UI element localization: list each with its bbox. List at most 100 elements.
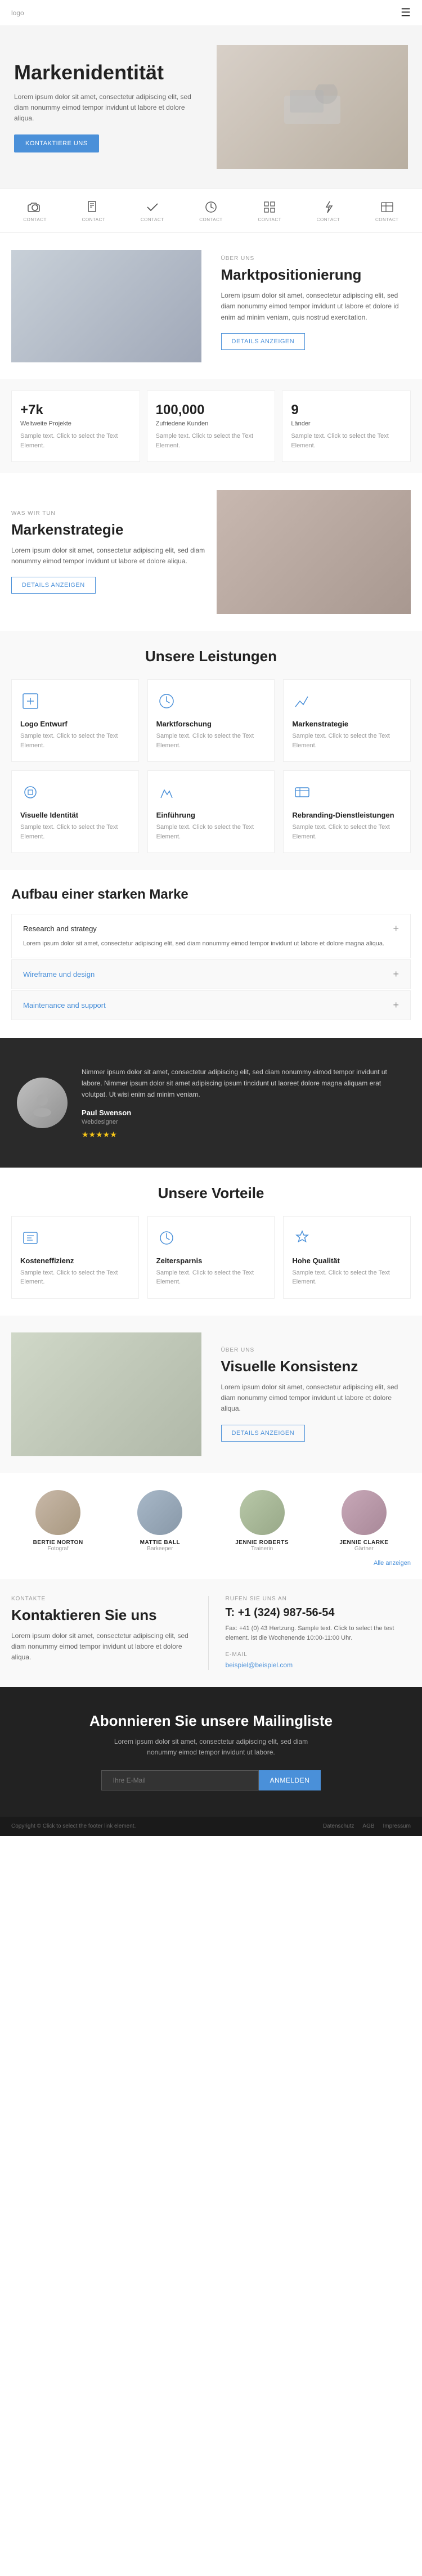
camera-icon bbox=[27, 199, 43, 215]
icon-label-3: CONTACT bbox=[141, 217, 164, 222]
hero-description: Lorem ipsum dolor sit amet, consectetur … bbox=[14, 92, 205, 124]
service-desc-5: Sample text. Click to select the Text El… bbox=[292, 823, 402, 841]
team-name-0: BERTIE NORTON bbox=[11, 1540, 105, 1546]
footer-links: Datenschutz AGB Impressum bbox=[323, 1823, 411, 1829]
aufbau-item-title-0: Research and strategy bbox=[23, 925, 97, 933]
visual-description: Lorem ipsum dolor sit amet, consectetur … bbox=[221, 1382, 411, 1415]
vorteil-card-2: Hohe Qualität Sample text. Click to sele… bbox=[283, 1216, 411, 1299]
footer-link-2[interactable]: Impressum bbox=[383, 1823, 411, 1829]
icon-item-2[interactable]: CONTACT bbox=[82, 199, 106, 222]
strategy-description: Lorem ipsum dolor sit amet, consectetur … bbox=[11, 545, 205, 567]
aufbau-expand-icon-1[interactable]: + bbox=[393, 968, 399, 980]
aufbau-item-desc-0: Lorem ipsum dolor sit amet, consectetur … bbox=[23, 939, 399, 949]
stat-card-1: 100,000 Zufriedene Kunden Sample text. C… bbox=[147, 391, 276, 462]
aufbau-expand-icon-2[interactable]: + bbox=[393, 999, 399, 1011]
testimonial-avatar bbox=[17, 1078, 68, 1128]
contact-left: KONTAKTE Kontaktieren Sie uns Lorem ipsu… bbox=[11, 1596, 209, 1670]
aufbau-item-1[interactable]: Wireframe und design + bbox=[11, 959, 411, 989]
team-name-1: MATTIE BALL bbox=[113, 1540, 206, 1546]
aufbau-title: Aufbau einer starken Marke bbox=[11, 887, 411, 903]
grid-icon bbox=[262, 199, 277, 215]
aufbau-item-title-2: Maintenance and support bbox=[23, 1001, 106, 1009]
stat-card-0: +7k Weltweite Projekte Sample text. Clic… bbox=[11, 391, 140, 462]
vorteil-card-0: Kosteneffizienz Sample text. Click to se… bbox=[11, 1216, 139, 1299]
testimonial-name: Paul Swenson bbox=[82, 1109, 405, 1117]
vorteile-section: Unsere Vorteile Kosteneffizienz Sample t… bbox=[0, 1168, 422, 1316]
icon-label-6: CONTACT bbox=[317, 217, 340, 222]
service-icon-4 bbox=[156, 782, 266, 805]
icon-label-7: CONTACT bbox=[375, 217, 399, 222]
icon-label-2: CONTACT bbox=[82, 217, 106, 222]
vorteil-card-1: Zeitersparnis Sample text. Click to sele… bbox=[147, 1216, 275, 1299]
aufbau-expand-icon-0[interactable]: + bbox=[393, 923, 399, 935]
visual-content: ÜBER UNS Visuelle Konsistenz Lorem ipsum… bbox=[213, 1347, 411, 1442]
phone-description: Fax: +41 (0) 43 Hertzung. Sample text. C… bbox=[226, 1624, 411, 1644]
team-see-more[interactable]: Alle anzeigen bbox=[374, 1560, 411, 1567]
team-role-3: Gärtner bbox=[317, 1546, 411, 1552]
stat-number-1: 100,000 bbox=[156, 402, 267, 418]
stat-label-2: Länder bbox=[291, 420, 402, 427]
aufbau-section: Aufbau einer starken Marke Research and … bbox=[0, 870, 422, 1038]
team-avatar-2 bbox=[240, 1490, 285, 1535]
icon-item-4[interactable]: CONTACT bbox=[199, 199, 223, 222]
service-icon-3 bbox=[20, 782, 130, 805]
footer-copyright: Copyright © Click to select the footer l… bbox=[11, 1823, 136, 1829]
menu-icon[interactable]: ☰ bbox=[401, 6, 411, 20]
aufbau-item-0[interactable]: Research and strategy + Lorem ipsum dolo… bbox=[11, 914, 411, 958]
icon-item-7[interactable]: CONTACT bbox=[375, 199, 399, 222]
hero-image bbox=[217, 45, 408, 169]
contact-label: KONTAKTE bbox=[11, 1596, 197, 1602]
visual-title: Visuelle Konsistenz bbox=[221, 1358, 411, 1375]
subscribe-form: ANMELDEN bbox=[17, 1770, 405, 1790]
phone-number: T: +1 (324) 987-56-54 bbox=[226, 1606, 411, 1619]
visual-section: ÜBER UNS Visuelle Konsistenz Lorem ipsum… bbox=[0, 1316, 422, 1473]
contact-title: Kontaktieren Sie uns bbox=[11, 1606, 197, 1624]
hero-title: Markenidentität bbox=[14, 61, 205, 84]
about-details-button[interactable]: DETAILS ANZEIGEN bbox=[221, 333, 306, 350]
leistungen-section: Unsere Leistungen Logo Entwurf Sample te… bbox=[0, 631, 422, 870]
about-section: ÜBER UNS Marktpositionierung Lorem ipsum… bbox=[0, 233, 422, 379]
testimonial-content: Nimmer ipsum dolor sit amet, consectetur… bbox=[82, 1066, 405, 1139]
hero-illustration bbox=[279, 84, 346, 129]
icon-item-5[interactable]: CONTACT bbox=[258, 199, 281, 222]
visual-details-button[interactable]: DETAILS ANZEIGEN bbox=[221, 1425, 306, 1442]
icon-label-1: CONTACT bbox=[23, 217, 47, 222]
service-title-1: Marktforschung bbox=[156, 720, 266, 728]
subscribe-submit-button[interactable]: ANMELDEN bbox=[259, 1770, 321, 1790]
service-title-4: Einführung bbox=[156, 811, 266, 819]
stat-desc-1: Sample text. Click to select the Text El… bbox=[156, 432, 267, 450]
clock-icon bbox=[203, 199, 219, 215]
leistungen-title: Unsere Leistungen bbox=[11, 648, 411, 665]
vorteil-desc-0: Sample text. Click to select the Text El… bbox=[20, 1268, 130, 1287]
stat-card-2: 9 Länder Sample text. Click to select th… bbox=[282, 391, 411, 462]
service-desc-0: Sample text. Click to select the Text El… bbox=[20, 731, 130, 750]
service-title-0: Logo Entwurf bbox=[20, 720, 130, 728]
aufbau-item-2[interactable]: Maintenance and support + bbox=[11, 990, 411, 1020]
subscribe-email-input[interactable] bbox=[101, 1770, 259, 1790]
icon-item-1[interactable]: CONTACT bbox=[23, 199, 47, 222]
hero-cta-button[interactable]: KONTAKTIERE UNS bbox=[14, 134, 99, 152]
strategy-details-button[interactable]: DETAILS ANZEIGEN bbox=[11, 577, 96, 594]
team-name-2: JENNIE ROBERTS bbox=[216, 1540, 309, 1546]
stat-label-0: Weltweite Projekte bbox=[20, 420, 131, 427]
about-description: Lorem ipsum dolor sit amet, consectetur … bbox=[221, 290, 411, 323]
icon-label-5: CONTACT bbox=[258, 217, 281, 222]
contact-right: RUFEN SIE UNS AN T: +1 (324) 987-56-54 F… bbox=[220, 1596, 411, 1670]
testimonial-text: Nimmer ipsum dolor sit amet, consectetur… bbox=[82, 1066, 405, 1101]
service-desc-3: Sample text. Click to select the Text El… bbox=[20, 823, 130, 841]
lightning-icon bbox=[321, 199, 336, 215]
service-icon-2 bbox=[292, 691, 402, 714]
table-icon bbox=[379, 199, 395, 215]
footer-link-0[interactable]: Datenschutz bbox=[323, 1823, 354, 1829]
icon-item-6[interactable]: CONTACT bbox=[317, 199, 340, 222]
testimonial-section: Nimmer ipsum dolor sit amet, consectetur… bbox=[0, 1038, 422, 1168]
icon-item-3[interactable]: CONTACT bbox=[141, 199, 164, 222]
footer-link-1[interactable]: AGB bbox=[362, 1823, 374, 1829]
service-icon-1 bbox=[156, 691, 266, 714]
service-title-5: Rebranding-Dienstleistungen bbox=[292, 811, 402, 819]
team-avatar-1 bbox=[137, 1490, 182, 1535]
email-link[interactable]: beispiel@beispiel.com bbox=[226, 1661, 293, 1669]
vorteil-title-1: Zeitersparnis bbox=[156, 1256, 266, 1265]
team-card-1: MATTIE BALL Barkeeper bbox=[113, 1490, 206, 1552]
subscribe-section: Abonnieren Sie unsere Mailingliste Lorem… bbox=[0, 1687, 422, 1816]
